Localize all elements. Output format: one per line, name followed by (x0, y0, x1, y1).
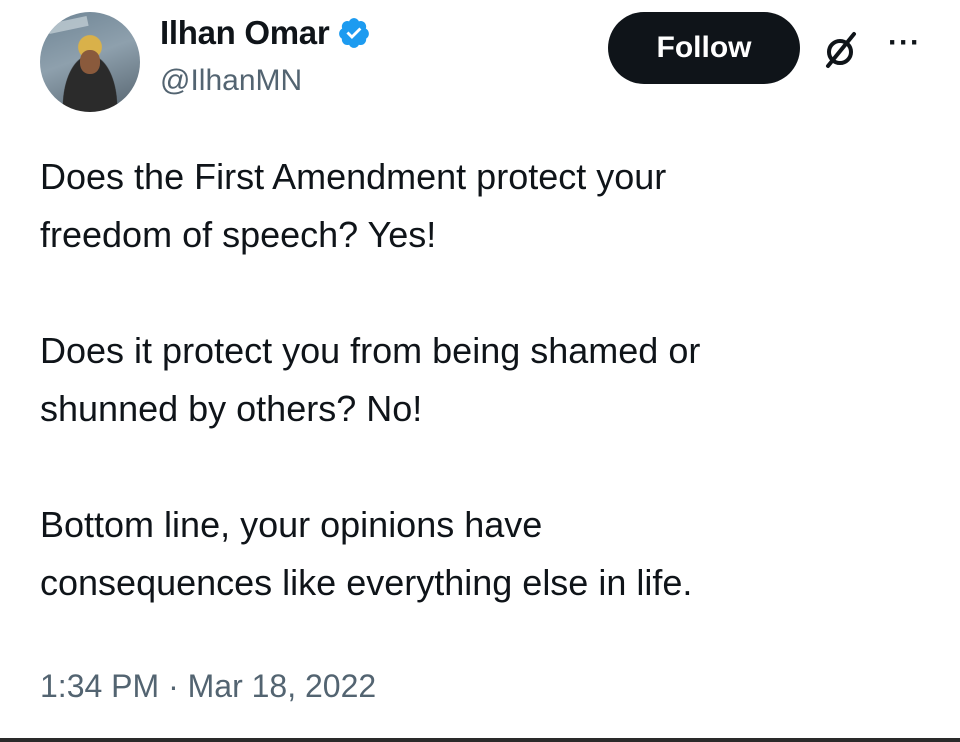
grok-icon[interactable] (818, 28, 862, 72)
author-display-name[interactable]: Ilhan Omar (160, 14, 330, 52)
avatar[interactable] (40, 12, 140, 112)
tweet-line: consequences like everything else in lif… (40, 562, 693, 603)
tweet-line: Does the First Amendment protect your (40, 156, 667, 197)
tweet-timestamp[interactable]: 1:34 PM · Mar 18, 2022 (40, 668, 376, 705)
tweet-card: Ilhan Omar @IlhanMN Follow ··· Does the … (0, 0, 960, 742)
more-options-icon[interactable]: ··· (888, 26, 921, 60)
tweet-text: Does the First Amendment protect your fr… (40, 148, 930, 670)
author-handle[interactable]: @IlhanMN (160, 64, 302, 98)
tweet-paragraph: Does it protect you from being shamed or… (40, 322, 930, 438)
tweet-line: freedom of speech? Yes! (40, 214, 437, 255)
tweet-line: Bottom line, your opinions have (40, 504, 543, 545)
tweet-paragraph: Does the First Amendment protect your fr… (40, 148, 930, 264)
tweet-paragraph: Bottom line, your opinions have conseque… (40, 496, 930, 612)
tweet-line: Does it protect you from being shamed or (40, 330, 701, 371)
bottom-divider (0, 738, 960, 742)
author-name-row: Ilhan Omar (160, 14, 371, 52)
avatar-background-sign (47, 15, 89, 35)
verified-badge-icon[interactable] (337, 16, 371, 50)
tweet-line: shunned by others? No! (40, 388, 423, 429)
follow-button[interactable]: Follow (608, 12, 800, 84)
avatar-face (80, 50, 100, 74)
